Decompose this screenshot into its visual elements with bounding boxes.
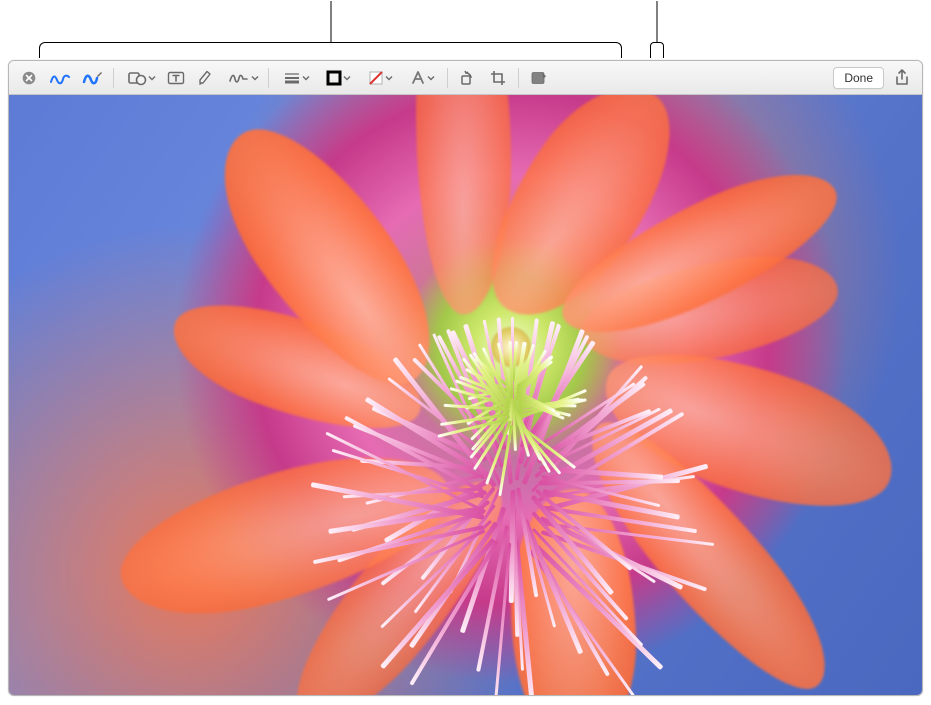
share-button[interactable]: [888, 66, 916, 90]
crop-button[interactable]: [484, 66, 512, 90]
shapes-button[interactable]: [120, 66, 160, 90]
shapes-icon: [127, 70, 147, 86]
close-icon: [22, 71, 36, 85]
chevron-down-icon: [385, 74, 393, 82]
chevron-down-icon: [427, 74, 435, 82]
text-icon: [167, 70, 185, 86]
line-weight-icon: [283, 71, 301, 85]
markup-toolbar: Done: [9, 61, 922, 95]
sketch-button[interactable]: [45, 66, 75, 90]
toolbar-separator: [268, 68, 269, 88]
draw-button[interactable]: [77, 66, 107, 90]
border-color-button[interactable]: [317, 66, 357, 90]
text-style-button[interactable]: [401, 66, 441, 90]
signature-icon: [228, 70, 250, 86]
chevron-down-icon: [302, 74, 310, 82]
chevron-down-icon: [148, 74, 156, 82]
toolbar-separator: [518, 68, 519, 88]
highlight-button[interactable]: [192, 66, 220, 90]
sketch-icon: [49, 70, 71, 86]
sign-button[interactable]: [222, 66, 262, 90]
callout-bracket-right: [650, 42, 664, 58]
share-icon: [894, 69, 910, 87]
image-canvas[interactable]: [9, 95, 922, 695]
rotate-icon: [459, 70, 477, 86]
markup-window: Done: [8, 60, 923, 696]
border-color-icon: [326, 70, 342, 86]
rotate-button[interactable]: [454, 66, 482, 90]
draw-icon: [81, 70, 103, 86]
callout-stem-right: [657, 1, 658, 43]
fill-color-icon: [368, 70, 384, 86]
chevron-down-icon: [251, 74, 259, 82]
highlighter-icon: [197, 70, 215, 86]
crop-icon: [490, 70, 506, 86]
callout-bracket-left: [39, 42, 622, 58]
chevron-down-icon: [343, 74, 351, 82]
callout-stem-left: [330, 1, 331, 43]
font-icon: [410, 70, 426, 86]
toolbar-separator: [447, 68, 448, 88]
done-button[interactable]: Done: [833, 67, 884, 89]
fill-color-button[interactable]: [359, 66, 399, 90]
shape-style-button[interactable]: [275, 66, 315, 90]
image-description-icon: [530, 70, 548, 86]
toolbar-separator: [113, 68, 114, 88]
close-button[interactable]: [15, 66, 43, 90]
text-button[interactable]: [162, 66, 190, 90]
image-description-button[interactable]: [525, 66, 553, 90]
done-button-label: Done: [844, 71, 873, 85]
